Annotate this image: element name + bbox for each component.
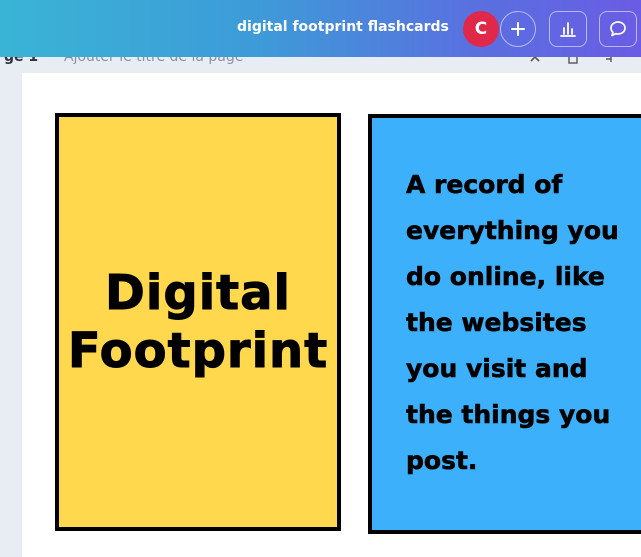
comment-icon xyxy=(610,21,626,37)
document-title[interactable]: digital footprint flashcards xyxy=(237,19,449,35)
bar-chart-icon xyxy=(560,22,576,37)
page-title-input[interactable]: Ajouter le titre de la page xyxy=(64,57,243,65)
insights-button[interactable] xyxy=(549,11,587,47)
editor-toolbar: digital footprint flashcards C xyxy=(0,0,641,57)
add-page-icon[interactable] xyxy=(604,57,618,65)
definition-line: do online, like xyxy=(406,262,605,292)
flashcard-back[interactable]: A record of everything you do online, li… xyxy=(368,114,641,534)
avatar-initial: C xyxy=(474,19,488,39)
duplicate-page-icon[interactable] xyxy=(566,57,580,65)
user-avatar[interactable]: C xyxy=(463,11,499,47)
add-collaborator-button[interactable] xyxy=(500,11,536,47)
definition-line: A record of xyxy=(406,170,563,200)
front-title-line: Footprint xyxy=(67,323,329,380)
front-title-line: Digital xyxy=(105,265,291,322)
plus-icon xyxy=(511,22,525,36)
flashcard-front[interactable]: Digital Footprint xyxy=(55,113,341,531)
definition-line: the things you xyxy=(406,400,611,430)
page-header: ge 1 Ajouter le titre de la page xyxy=(0,57,641,73)
comments-button[interactable] xyxy=(599,11,637,47)
definition-line: post. xyxy=(406,446,478,476)
definition-line: everything you xyxy=(406,216,619,246)
definition-line: you visit and xyxy=(406,354,588,384)
page-number-label: ge 1 xyxy=(4,57,39,65)
chevron-up-icon[interactable] xyxy=(528,57,542,65)
definition-line: the websites xyxy=(406,308,587,338)
